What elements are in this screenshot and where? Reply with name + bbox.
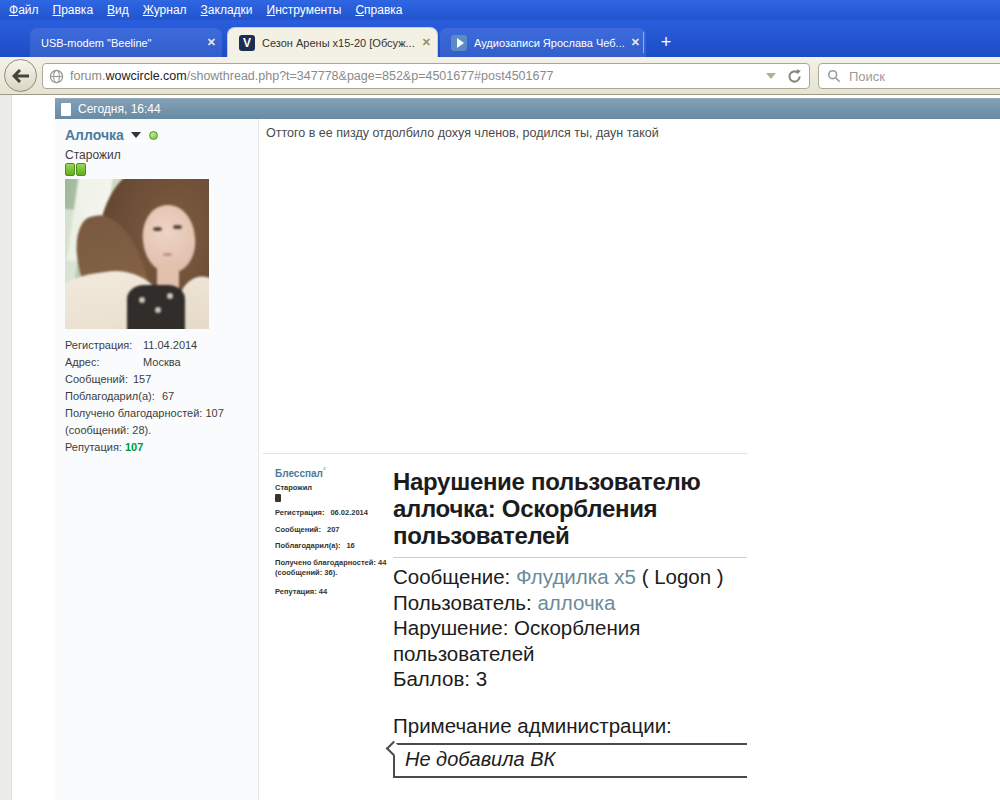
tab-bar: USB-modem "Beeline" ✕ V Сезон Арены x15-… xyxy=(0,20,1000,57)
post-header-bar: Сегодня, 16:44 xyxy=(55,98,1000,119)
author-stats: Регистрация:11.04.2014 Адрес:Москва Сооб… xyxy=(65,337,255,456)
url-dropdown-icon[interactable] xyxy=(766,73,776,79)
post-divider xyxy=(258,119,259,800)
quote-author-badge-icon xyxy=(275,494,281,502)
quote-message-line: Сообщение: Флудилка x5 ( Logon ) xyxy=(393,564,747,590)
chevron-down-icon[interactable] xyxy=(131,132,141,138)
quote-note-text: Не добавила ВК xyxy=(405,748,555,770)
play-favicon-icon xyxy=(451,35,467,51)
menu-bookmarks[interactable]: Закладки xyxy=(194,1,260,19)
tab-usb-modem[interactable]: USB-modem "Beeline" ✕ xyxy=(30,28,222,57)
author-sidebar: Аллочка Старожил xyxy=(55,119,258,800)
menu-help[interactable]: Справка xyxy=(348,1,409,19)
reload-icon[interactable] xyxy=(786,68,803,85)
tab-label: Аудиозаписи Ярослава Чеб... xyxy=(474,37,625,49)
quote-body: Нарушение пользователю аллочка: Оскорбле… xyxy=(393,468,747,778)
author-title: Старожил xyxy=(65,148,121,162)
stat-thanked: Поблагодарил(а):67 xyxy=(65,388,255,405)
author-badges xyxy=(65,163,86,176)
stat-thanks-received: Получено благодарностей: 107 (сообщений:… xyxy=(65,405,255,439)
quote-divider xyxy=(393,557,747,558)
menu-history[interactable]: Журнал xyxy=(136,1,194,19)
close-icon[interactable]: ✕ xyxy=(422,36,431,49)
search-box[interactable]: Поиск xyxy=(818,63,1000,89)
author-username-link[interactable]: Аллочка xyxy=(65,127,124,143)
stat-messages: Сообщений:157 xyxy=(65,371,255,388)
url-text: forum.wowcircle.com/showthread.php?t=347… xyxy=(70,69,756,83)
award-badge-icon xyxy=(76,163,86,176)
online-status-icon xyxy=(149,131,158,140)
menu-view[interactable]: Вид xyxy=(100,1,136,19)
tab-label: USB-modem "Beeline" xyxy=(41,37,201,49)
back-button[interactable] xyxy=(4,59,37,92)
back-arrow-icon xyxy=(12,69,30,83)
close-icon[interactable]: ✕ xyxy=(207,36,216,49)
close-icon[interactable]: ✕ xyxy=(631,36,640,49)
quote-user-line: Пользователь: аллочка xyxy=(393,590,747,616)
search-placeholder: Поиск xyxy=(849,69,885,84)
quote-author-card: Блесспал° Старожил Регистрация:06.02.201… xyxy=(275,467,401,600)
quote-heading: Нарушение пользователю аллочка: Оскорбле… xyxy=(393,468,747,549)
wowcircle-favicon-icon: V xyxy=(239,35,255,51)
post-icon xyxy=(61,103,71,116)
quote-note-box: Не добавила ВК xyxy=(393,743,747,778)
search-icon xyxy=(827,69,841,83)
quote-author-title: Старожил xyxy=(275,483,401,492)
new-tab-button[interactable]: + xyxy=(653,31,679,56)
tab-label: Сезон Арены x15-20 [Обсуж... xyxy=(262,37,416,49)
page-viewport: Сегодня, 16:44 Аллочка Старожил xyxy=(0,95,1000,800)
menu-file[interactable]: Файл xyxy=(2,1,46,19)
award-badge-icon xyxy=(65,163,75,176)
quote-points-line: Баллов: 3 xyxy=(393,666,747,692)
tab-forum-active[interactable]: V Сезон Арены x15-20 [Обсуж... ✕ xyxy=(228,28,437,57)
quote-note-label: Примечание администрации: xyxy=(393,713,747,739)
quoted-screenshot-image[interactable]: Блесспал° Старожил Регистрация:06.02.201… xyxy=(263,453,747,800)
menu-edit[interactable]: Правка xyxy=(46,1,101,19)
stat-registration: Регистрация:11.04.2014 xyxy=(65,337,255,354)
quote-author-username: Блесспал° xyxy=(275,467,401,479)
menu-tools[interactable]: Инструменты xyxy=(260,1,349,19)
tab-audio[interactable]: Аудиозаписи Ярослава Чеб... ✕ xyxy=(440,28,646,57)
navigation-toolbar: forum.wowcircle.com/showthread.php?t=347… xyxy=(0,57,1000,95)
globe-icon xyxy=(49,69,64,84)
menu-bar: Файл Правка Вид Журнал Закладки Инструме… xyxy=(0,0,1000,20)
post-text: Оттого в ее пизду отдолбило дохуя членов… xyxy=(266,126,986,140)
quote-author-stats: Регистрация:06.02.2014 Сообщений:207 Поб… xyxy=(275,505,401,600)
author-avatar[interactable] xyxy=(65,179,209,329)
stat-address: Адрес:Москва xyxy=(65,354,255,371)
quote-violation-line: Нарушение: Оскорбления пользователей xyxy=(393,615,747,666)
post-timestamp: Сегодня, 16:44 xyxy=(78,102,161,116)
page-left-gutter xyxy=(0,95,12,800)
tab-separator xyxy=(643,32,644,53)
url-bar[interactable]: forum.wowcircle.com/showthread.php?t=347… xyxy=(42,63,810,89)
stat-reputation: Репутация: 107 xyxy=(65,439,255,456)
